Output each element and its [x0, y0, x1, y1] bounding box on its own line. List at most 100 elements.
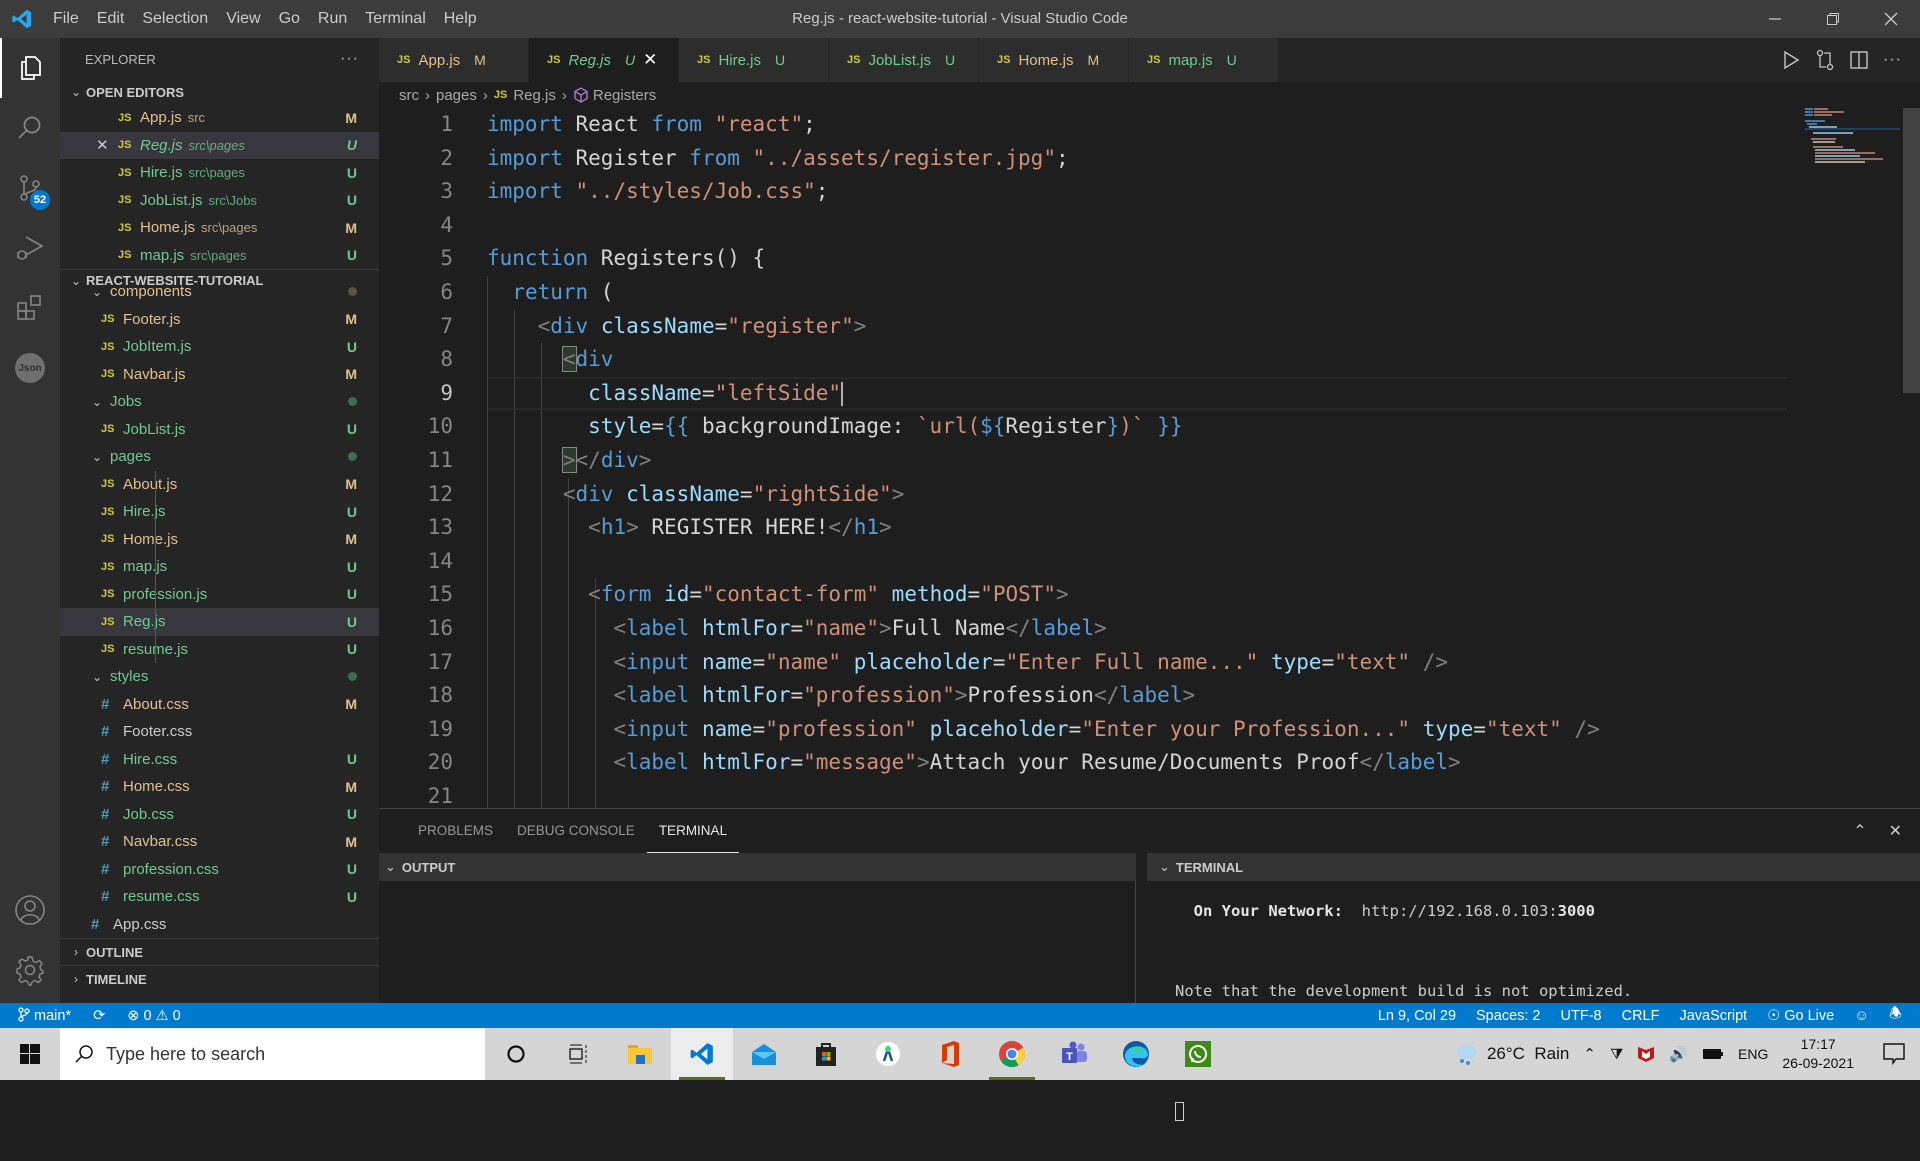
minimap[interactable]	[1805, 108, 1900, 808]
show-hidden-icons[interactable]: ⌃	[1583, 1045, 1596, 1063]
folder-item[interactable]: ⌄ styles	[60, 663, 379, 691]
file-item[interactable]: JSresume.jsU	[60, 636, 379, 664]
encoding[interactable]: UTF-8	[1561, 1008, 1602, 1024]
code-editor[interactable]: 1 import React from "react"; 2 import Regis…	[379, 108, 1799, 808]
panel-tab-problems[interactable]: PROBLEMS	[406, 809, 505, 853]
timeline-header[interactable]: › TIMELINE	[60, 965, 379, 992]
file-item[interactable]: JS JobItem.js U	[60, 333, 379, 361]
menu-file[interactable]: File	[44, 0, 88, 38]
chrome-button[interactable]	[981, 1028, 1043, 1080]
task-view-button[interactable]	[547, 1028, 609, 1080]
weather-widget[interactable]: 26°C Rain	[1453, 1042, 1569, 1066]
menu-selection[interactable]: Selection	[133, 0, 217, 38]
file-item[interactable]: # Job.css U	[60, 801, 379, 829]
wifi-icon[interactable]: ⧩	[1610, 1046, 1623, 1063]
file-item[interactable]: # Home.css M	[60, 773, 379, 801]
branch-indicator[interactable]: main*	[18, 1007, 71, 1024]
menu-edit[interactable]: Edit	[88, 0, 134, 38]
menu-go[interactable]: Go	[270, 0, 309, 38]
app-button[interactable]	[857, 1028, 919, 1080]
menu-terminal[interactable]: Terminal	[356, 0, 434, 38]
file-item[interactable]: # Hire.css U	[60, 746, 379, 774]
close-tab-icon[interactable]: ✕	[643, 50, 657, 70]
file-item[interactable]: # Navbar.css M	[60, 828, 379, 856]
more-actions-button[interactable]: ···	[340, 50, 359, 68]
breadcrumb-item[interactable]: Registers	[593, 87, 656, 104]
minimize-button[interactable]	[1746, 0, 1804, 38]
json-button[interactable]: Json	[0, 338, 60, 398]
tab-app-js[interactable]: JS App.js M	[379, 38, 529, 82]
breadcrumb-item[interactable]: Reg.js	[513, 87, 556, 104]
close-editor-icon[interactable]: ✕	[96, 136, 118, 154]
taskbar-search[interactable]: Type here to search	[60, 1028, 485, 1080]
output-header[interactable]: ⌄ OUTPUT	[379, 853, 1136, 881]
open-editor-item[interactable]: JS Home.js src\pages M	[60, 214, 379, 242]
line-ending[interactable]: CRLF	[1622, 1008, 1660, 1024]
vscode-taskbar-button[interactable]	[671, 1028, 733, 1080]
language-indicator[interactable]: ENG	[1738, 1046, 1768, 1062]
file-item[interactable]: JS profession.js U	[60, 581, 379, 609]
indentation[interactable]: Spaces: 2	[1476, 1008, 1541, 1024]
breadcrumb-item[interactable]: pages	[436, 87, 477, 104]
accounts-button[interactable]	[0, 880, 60, 940]
split-editor-icon[interactable]	[1849, 50, 1869, 70]
folder-item[interactable]: ⌄ pages	[60, 443, 379, 471]
folder-item[interactable]: ⌄ components	[60, 278, 379, 306]
store-button[interactable]	[795, 1028, 857, 1080]
terminal-header[interactable]: ⌄ TERMINAL	[1147, 853, 1920, 881]
whatsapp-button[interactable]	[1167, 1028, 1229, 1080]
file-item[interactable]: # Footer.css	[60, 718, 379, 746]
folder-item[interactable]: ⌄ Jobs	[60, 388, 379, 416]
language-mode[interactable]: JavaScript	[1679, 1008, 1747, 1024]
open-editor-item[interactable]: JS Hire.js src\pages U	[60, 159, 379, 187]
file-item[interactable]: JS Footer.js M	[60, 306, 379, 334]
open-editors-header[interactable]: ⌄ OPEN EDITORS	[60, 80, 379, 104]
open-editor-item[interactable]: JS map.js src\pages U	[60, 242, 379, 270]
start-button[interactable]	[0, 1028, 60, 1080]
notification-center-icon[interactable]	[1882, 1042, 1908, 1066]
file-item[interactable]: JS Navbar.js M	[60, 361, 379, 389]
open-editor-item[interactable]: JS JobList.js src\Jobs U	[60, 187, 379, 215]
source-control-button[interactable]: 52	[0, 158, 60, 218]
tab-hire-js[interactable]: JS Hire.js U	[679, 38, 829, 82]
go-live-button[interactable]: ☉ Go Live	[1767, 1008, 1834, 1024]
tab-joblist-js[interactable]: JS JobList.js U	[829, 38, 979, 82]
panel-tab-terminal[interactable]: TERMINAL	[646, 809, 740, 853]
office-button[interactable]	[919, 1028, 981, 1080]
run-icon[interactable]	[1781, 50, 1801, 70]
file-item[interactable]: # resume.css U	[60, 883, 379, 911]
notifications-icon[interactable]: 🕭	[1889, 1003, 1902, 1028]
search-button[interactable]	[0, 98, 60, 158]
teams-button[interactable]: T	[1043, 1028, 1105, 1080]
file-item[interactable]: JS Reg.js U	[60, 608, 379, 636]
file-item[interactable]: JS JobList.js U	[60, 416, 379, 444]
open-editor-item[interactable]: ✕ JS Reg.js src\pages U	[60, 131, 379, 159]
volume-icon[interactable]: 🔊	[1669, 1045, 1688, 1063]
file-item[interactable]: # App.css	[60, 911, 379, 939]
problems-indicator[interactable]: ⊗ 0 ⚠ 0	[127, 1008, 180, 1024]
explorer-button[interactable]	[0, 38, 60, 98]
mcafee-icon[interactable]	[1637, 1045, 1655, 1063]
more-actions-icon[interactable]: ···	[1883, 51, 1902, 69]
file-item[interactable]: # About.css M	[60, 691, 379, 719]
open-changes-icon[interactable]	[1815, 49, 1835, 71]
mail-button[interactable]	[733, 1028, 795, 1080]
outline-header[interactable]: › OUTLINE	[60, 938, 379, 965]
close-panel-icon[interactable]: ✕	[1889, 821, 1902, 841]
menu-run[interactable]: Run	[309, 0, 356, 38]
clock[interactable]: 17:17 26-09-2021	[1782, 1035, 1854, 1073]
tab-reg-js[interactable]: JS Reg.js U ✕	[529, 38, 679, 82]
feedback-icon[interactable]: ☺	[1854, 1008, 1869, 1024]
manage-button[interactable]	[0, 940, 60, 1000]
tab-home-js[interactable]: JS Home.js M	[979, 38, 1129, 82]
file-item[interactable]: JS Home.js M	[60, 526, 379, 554]
sync-icon[interactable]: ⟳	[93, 1008, 105, 1024]
battery-icon[interactable]	[1702, 1048, 1724, 1060]
run-debug-button[interactable]	[0, 218, 60, 278]
file-item[interactable]: JS Hire.js U	[60, 498, 379, 526]
cortana-button[interactable]	[485, 1028, 547, 1080]
menu-help[interactable]: Help	[435, 0, 486, 38]
file-item[interactable]: JS About.js M	[60, 471, 379, 499]
close-window-button[interactable]	[1862, 0, 1920, 38]
restore-button[interactable]	[1804, 0, 1862, 38]
